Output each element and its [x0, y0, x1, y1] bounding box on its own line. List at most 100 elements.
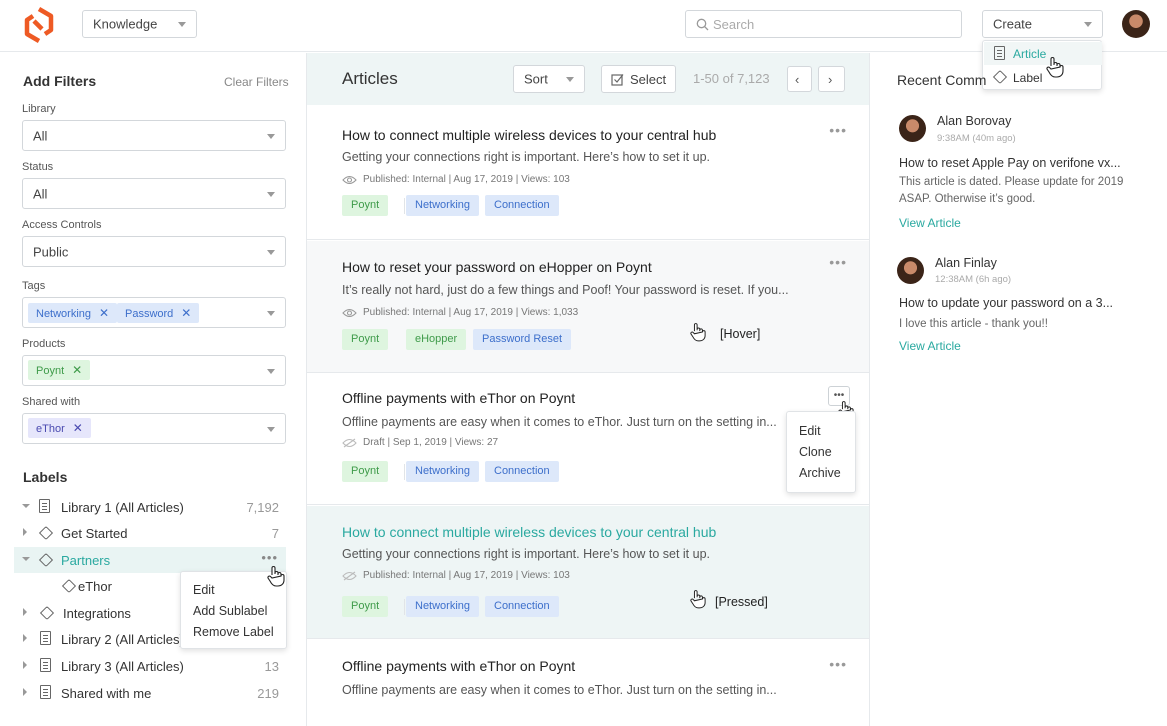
article-title[interactable]: How to reset your password on eHopper on…	[342, 259, 652, 275]
library-filter-select[interactable]: All	[22, 120, 286, 151]
avatar[interactable]	[1122, 10, 1150, 38]
create-button[interactable]: Create	[982, 10, 1103, 38]
comment-time: 9:38AM (40m ago)	[937, 133, 1016, 144]
tag-icon	[39, 605, 55, 621]
eye-off-icon	[342, 438, 357, 447]
menu-item-clone[interactable]: Clone	[799, 445, 832, 459]
hand-cursor-icon	[690, 590, 706, 609]
divider	[404, 599, 405, 615]
article-title[interactable]: Offline payments with eThor on Poynt	[342, 658, 575, 674]
article-meta-text: Published: Internal | Aug 17, 2019 | Vie…	[363, 570, 570, 581]
more-icon[interactable]: •••	[829, 656, 847, 672]
articles-panel: Articles Sort Select 1-50 of 7,123 ‹ › H…	[306, 53, 870, 726]
article-meta-text: Published: Internal | Aug 17, 2019 | Vie…	[363, 307, 579, 318]
article-card[interactable]: Offline payments with eThor on Poynt Off…	[307, 640, 869, 726]
tag-pill[interactable]: Poynt	[342, 195, 389, 216]
article-meta-text: Published: Internal | Aug 17, 2019 | Vie…	[363, 174, 570, 185]
tag-pill[interactable]: eHopper	[406, 329, 467, 350]
remove-icon[interactable]: ✕	[181, 306, 191, 320]
view-article-link[interactable]: View Article	[899, 339, 961, 353]
tag-pill[interactable]: Networking	[406, 596, 480, 617]
remove-icon[interactable]: ✕	[72, 363, 82, 377]
label-item-count: 7	[271, 526, 279, 541]
shared-chip-label: eThor	[36, 423, 65, 435]
label-item-library-1[interactable]: Library 1 (All Articles) 7,192	[14, 494, 286, 520]
tag-pill[interactable]: Networking	[406, 195, 480, 216]
tag-pill[interactable]: Connection	[485, 596, 559, 617]
status-filter-select[interactable]: All	[22, 178, 286, 209]
tag-pill[interactable]: Password Reset	[473, 329, 572, 350]
menu-item-edit[interactable]: Edit	[193, 583, 215, 597]
remove-icon[interactable]: ✕	[99, 306, 109, 320]
library-select-value: Knowledge	[93, 16, 158, 32]
filters-title: Add Filters	[23, 73, 97, 89]
access-filter-select[interactable]: Public	[22, 236, 286, 267]
library-icon	[40, 685, 51, 699]
label-item-partners[interactable]: Partners •••	[14, 547, 286, 573]
article-meta: Draft | Sep 1, 2019 | Views: 27	[342, 437, 498, 448]
library-filter-label: Library	[22, 103, 56, 115]
chevron-down-icon	[267, 426, 275, 432]
select-button[interactable]: Select	[601, 65, 676, 93]
article-card[interactable]: Offline payments with eThor on Poynt Off…	[307, 374, 869, 505]
chevron-left-icon: ‹	[795, 72, 800, 87]
chevron-down-icon	[1084, 22, 1092, 27]
labels-title: Labels	[23, 469, 68, 485]
commenter-name: Alan Borovay	[937, 114, 1012, 128]
product-chip-label: Poynt	[36, 365, 65, 377]
clear-filters-link[interactable]: Clear Filters	[224, 75, 289, 89]
tag-pill[interactable]: Poynt	[342, 329, 389, 350]
products-filter-select[interactable]: Poynt ✕	[22, 355, 286, 386]
more-icon[interactable]: •••	[829, 122, 847, 138]
article-title[interactable]: How to connect multiple wireless devices…	[342, 127, 716, 143]
chevron-right-icon	[23, 528, 27, 536]
hand-cursor-icon	[267, 566, 285, 587]
shared-filter-label: Shared with	[22, 396, 81, 408]
label-item-library-3[interactable]: Library 3 (All Articles) 13	[14, 653, 286, 679]
more-icon[interactable]: •••	[261, 550, 278, 565]
tag-pill[interactable]: Connection	[485, 461, 559, 482]
tag-pill[interactable]: Poynt	[342, 596, 389, 617]
prev-page-button[interactable]: ‹	[787, 66, 812, 92]
library-select[interactable]: Knowledge	[82, 10, 197, 38]
avatar	[897, 257, 924, 284]
article-card[interactable]: How to connect multiple wireless devices…	[307, 105, 869, 240]
logo-icon[interactable]	[20, 7, 58, 43]
create-label: Create	[993, 16, 1033, 32]
chevron-right-icon	[23, 634, 27, 642]
menu-item-edit[interactable]: Edit	[799, 424, 821, 438]
article-card[interactable]: How to connect multiple wireless devices…	[307, 506, 869, 639]
article-desc: Offline payments are easy when it comes …	[342, 415, 777, 429]
article-title[interactable]: How to connect multiple wireless devices…	[342, 524, 716, 540]
tag-pill[interactable]: Networking	[406, 461, 480, 482]
tag-pill[interactable]: Connection	[485, 195, 559, 216]
chevron-down-icon	[267, 310, 275, 316]
shared-filter-select[interactable]: eThor ✕	[22, 413, 286, 444]
tag-pill[interactable]: Poynt	[342, 461, 389, 482]
state-label: [Hover]	[720, 327, 761, 341]
divider	[404, 464, 405, 480]
article-title[interactable]: Offline payments with eThor on Poynt	[342, 390, 575, 406]
chevron-down-icon	[267, 368, 275, 374]
article-meta-text: Draft | Sep 1, 2019 | Views: 27	[363, 437, 499, 448]
next-page-button[interactable]: ›	[818, 66, 845, 92]
view-article-link[interactable]: View Article	[899, 216, 961, 230]
label-item-text: eThor	[78, 579, 112, 594]
articles-header: Articles Sort Select 1-50 of 7,123 ‹ ›	[307, 53, 869, 105]
tag-icon	[38, 525, 54, 541]
search-input[interactable]: Search	[685, 10, 962, 38]
menu-item-add-sublabel[interactable]: Add Sublabel	[193, 604, 267, 618]
article-card[interactable]: How to reset your password on eHopper on…	[307, 241, 869, 373]
menu-item-remove-label[interactable]: Remove Label	[193, 625, 274, 639]
sort-select[interactable]: Sort	[513, 65, 585, 93]
tags-filter-select[interactable]: Networking ✕ Password ✕	[22, 297, 286, 328]
label-item-shared[interactable]: Shared with me 219	[14, 680, 286, 706]
remove-icon[interactable]: ✕	[73, 421, 83, 435]
article-meta: Published: Internal | Aug 17, 2019 | Vie…	[342, 174, 570, 185]
label-item-get-started[interactable]: Get Started 7	[14, 520, 286, 546]
chevron-right-icon	[23, 608, 27, 616]
more-icon[interactable]: •••	[829, 254, 847, 270]
menu-item-archive[interactable]: Archive	[799, 466, 841, 480]
access-filter-label: Access Controls	[22, 219, 102, 231]
product-chip: Poynt ✕	[28, 360, 91, 380]
